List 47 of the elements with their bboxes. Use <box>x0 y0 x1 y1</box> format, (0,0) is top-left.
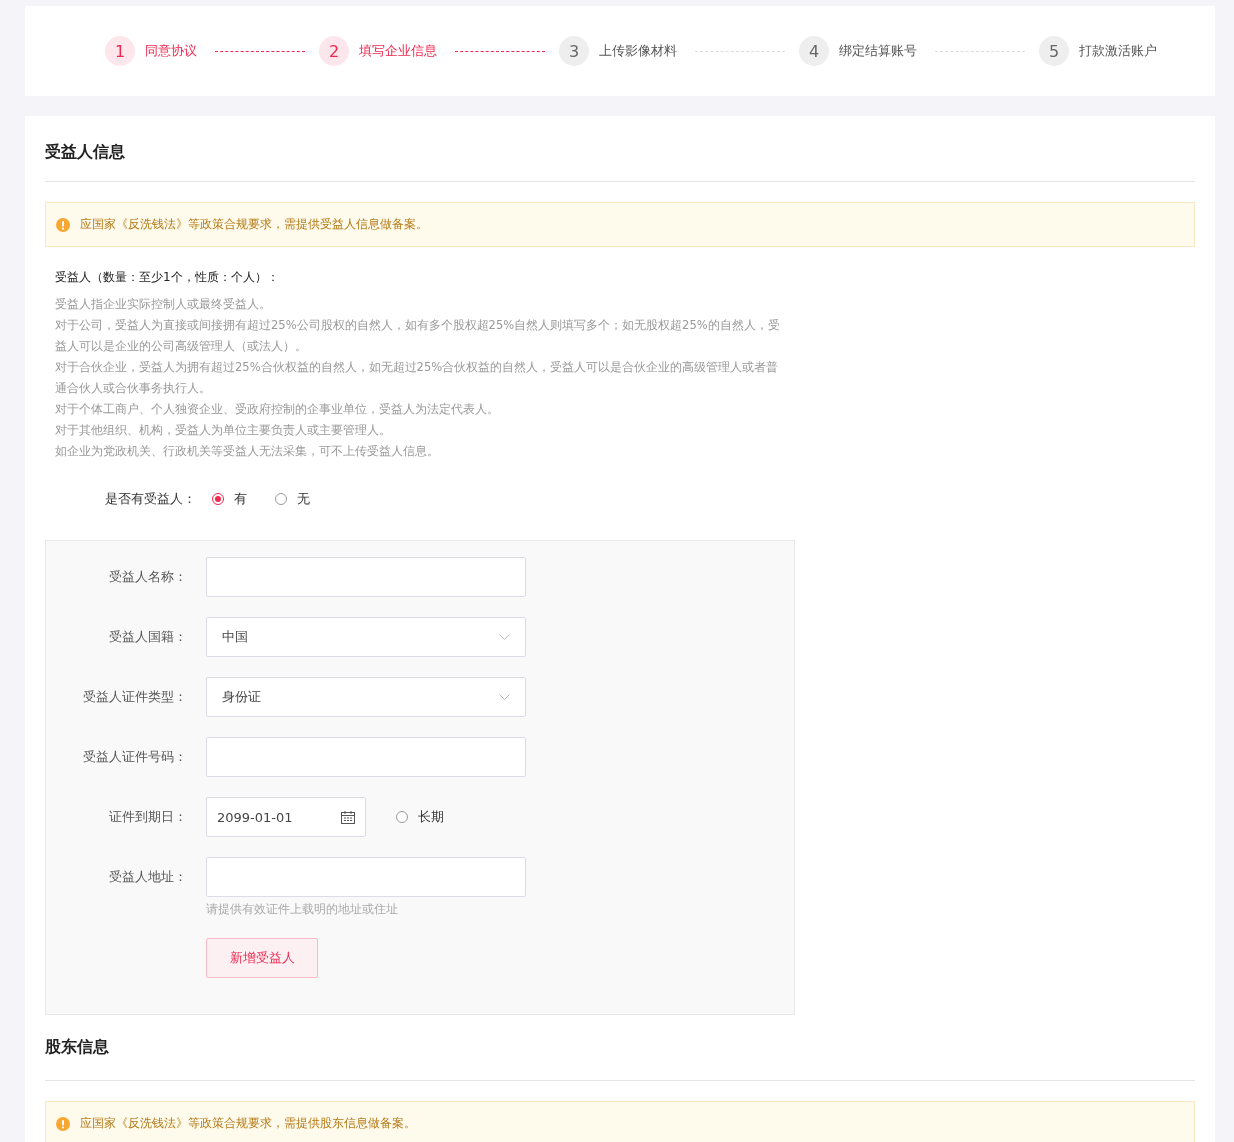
warning-icon <box>56 217 70 232</box>
input-field[interactable] <box>206 857 526 897</box>
description-text: 对于其他组织、机构，受益人为单位主要负责人或主要管理人。 <box>55 422 392 439</box>
field-label: 受益人地址： <box>108 868 187 886</box>
calendar-icon <box>341 810 355 824</box>
step-number: 2 <box>319 36 349 66</box>
field-label: 受益人证件类型： <box>82 688 187 706</box>
notice-text: 应国家《反洗钱法》等政策合规要求，需提供股东信息做备案。 <box>80 1115 416 1132</box>
step-number: 5 <box>1039 36 1069 66</box>
field-hint: 请提供有效证件上载明的地址或住址 <box>206 901 399 918</box>
section-title: 受益人信息 <box>45 116 1195 182</box>
date-field[interactable]: 2099-01-01 <box>206 797 366 837</box>
chevron-icon <box>499 693 510 701</box>
description-text: 受益人指企业实际控制人或最终受益人。 <box>55 296 272 313</box>
description-text: 对于个体工商户、个人独资企业、受政府控制的企事业单位，受益人为法定代表人。 <box>55 401 500 418</box>
warning-icon <box>56 1116 70 1131</box>
radio-icon[interactable] <box>275 493 287 505</box>
field-label: 受益人名称： <box>108 568 187 586</box>
add-beneficiary-button[interactable]: 新增受益人 <box>206 938 318 978</box>
field-label: 证件到期日： <box>108 808 187 826</box>
radio-option[interactable]: 有 <box>212 490 247 508</box>
description-text: 对于公司，受益人为直接或间接拥有超过25%公司股权的自然人，如有多个股权超25%自然人则填写多个；如无股权超25%的自然人，受益人可以是企业的公司高级管理人（或法人）。 <box>55 317 781 355</box>
radio-option[interactable]: 无 <box>275 490 310 508</box>
radio-icon[interactable] <box>396 811 408 823</box>
field-label: 受益人证件号码： <box>82 748 187 766</box>
input-field[interactable] <box>206 557 526 597</box>
step-label: 上传影像材料 <box>599 42 677 60</box>
radio-label: 是否有受益人： <box>105 490 196 508</box>
radio-option[interactable]: 长期 <box>396 797 444 837</box>
step-label: 同意协议 <box>145 42 197 60</box>
step-number: 1 <box>105 36 135 66</box>
step-label: 打款激活账户 <box>1079 42 1157 60</box>
step-label: 绑定结算账号 <box>839 42 917 60</box>
select-field[interactable]: 身份证 <box>206 677 526 717</box>
select-field[interactable]: 中国 <box>206 617 526 657</box>
beneficiary-heading: 受益人（数量：至少1个，性质：个人）： <box>55 269 280 286</box>
chevron-icon <box>499 633 510 641</box>
section-title: 股东信息 <box>45 1015 1195 1081</box>
step-number: 3 <box>559 36 589 66</box>
description-text: 对于合伙企业，受益人为拥有超过25%合伙权益的自然人，如无超过25%合伙权益的自然人，受益人可以是合伙企业的高级管理人或者普通合伙人或合伙事务执行人。 <box>55 359 780 397</box>
notice-text: 应国家《反洗钱法》等政策合规要求，需提供受益人信息做备案。 <box>80 216 428 233</box>
step-label: 填写企业信息 <box>359 42 437 60</box>
input-field[interactable] <box>206 737 526 777</box>
radio-icon[interactable] <box>212 493 224 505</box>
description-text: 如企业为党政机关、行政机关等受益人无法采集，可不上传受益人信息。 <box>55 443 440 460</box>
field-label: 受益人国籍： <box>108 628 187 646</box>
step-number: 4 <box>799 36 829 66</box>
